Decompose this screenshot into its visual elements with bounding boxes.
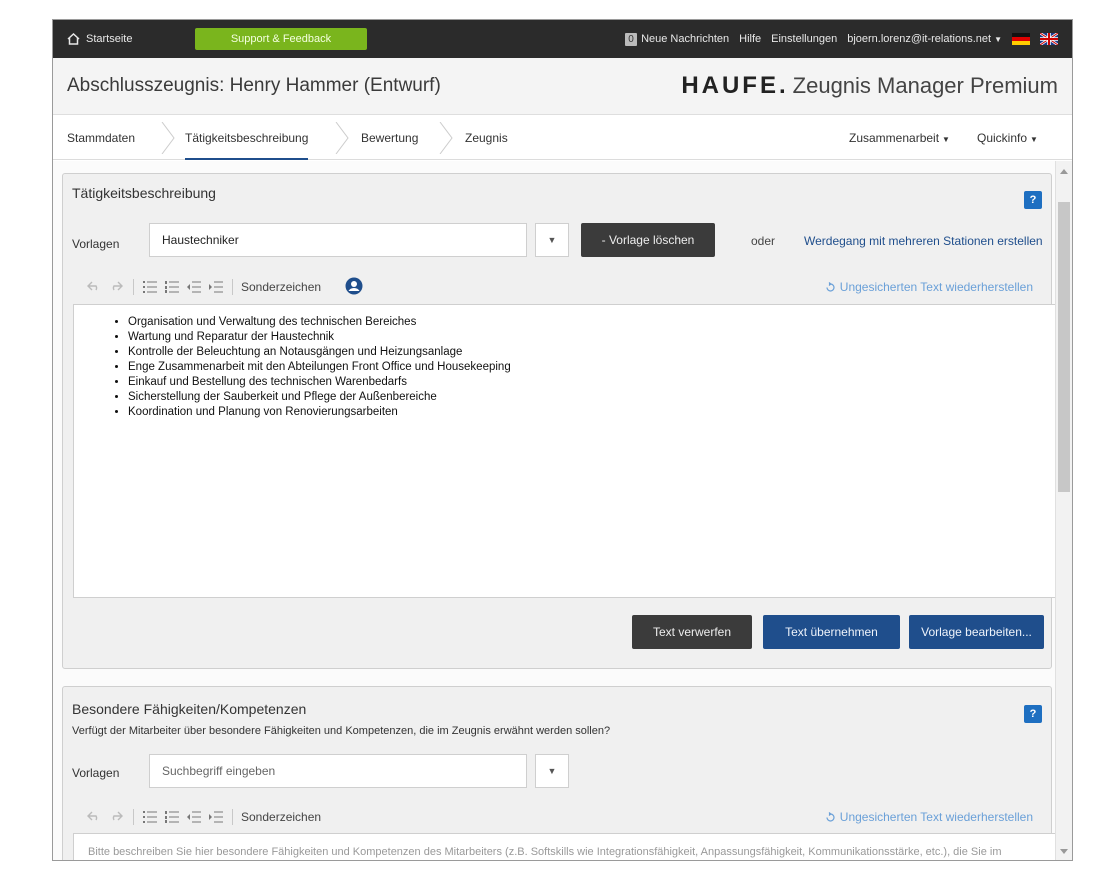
help-link[interactable]: Hilfe (739, 33, 761, 45)
special-characters-button[interactable]: Sonderzeichen (241, 810, 321, 824)
bullet-list-icon[interactable] (142, 810, 158, 824)
template-select[interactable]: Haustechniker (149, 223, 527, 257)
delete-template-button[interactable]: - Vorlage löschen (581, 223, 715, 257)
toolbar-divider (133, 809, 134, 825)
redo-icon[interactable] (109, 810, 125, 824)
scroll-up-icon[interactable] (1060, 169, 1068, 174)
section-taetigkeitsbeschreibung: Tätigkeitsbeschreibung ? Vorlagen Hauste… (62, 173, 1057, 669)
discard-text-button[interactable]: Text verwerfen (632, 615, 752, 649)
toolbar-divider (232, 809, 233, 825)
editor-toolbar: Sonderzeichen (87, 806, 321, 828)
oder-label: oder (751, 234, 776, 248)
help-button[interactable]: ? (1024, 705, 1042, 723)
accept-text-button[interactable]: Text übernehmen (763, 615, 900, 649)
app-window: Startseite Support & Feedback 0 Neue Nach… (52, 19, 1073, 861)
user-circle-icon[interactable] (345, 277, 363, 298)
undo-icon[interactable] (87, 810, 103, 824)
vorlagen-label: Vorlagen (72, 766, 120, 780)
section-subtitle: Verfügt der Mitarbeiter über besondere F… (72, 725, 611, 737)
home-label: Startseite (86, 33, 133, 45)
list-item: Einkauf und Bestellung des technischen W… (128, 375, 1057, 390)
chevron-right-icon (335, 122, 349, 154)
section-title: Tätigkeitsbeschreibung (72, 185, 216, 201)
scroll-thumb[interactable] (1058, 202, 1070, 492)
quickinfo-label: Quickinfo (977, 131, 1028, 145)
activity-list: Organisation und Verwaltung des technisc… (128, 315, 1057, 420)
flag-uk-icon[interactable] (1039, 31, 1059, 47)
list-item: Koordination und Planung von Renovierung… (128, 405, 1057, 420)
document-header: Abschlusszeugnis: Henry Hammer (Entwurf)… (53, 58, 1072, 115)
bullet-list-icon[interactable] (142, 280, 158, 294)
editor-placeholder: Bitte beschreiben Sie hier besondere Fäh… (88, 846, 1002, 858)
restore-label: Ungesicherten Text wiederherstellen (839, 280, 1033, 294)
chevron-down-icon[interactable]: ▼ (535, 223, 569, 257)
chevron-down-icon: ▼ (994, 35, 1002, 44)
list-item: Enge Zusammenarbeit mit den Abteilungen … (128, 360, 1057, 375)
restore-unsaved-text-link[interactable]: Ungesicherten Text wiederherstellen (825, 810, 1033, 824)
flag-de-icon[interactable] (1012, 33, 1030, 45)
chevron-right-icon (161, 122, 175, 154)
help-button[interactable]: ? (1024, 191, 1042, 209)
activity-editor[interactable]: Organisation und Verwaltung des technisc… (73, 304, 1057, 598)
new-messages-label: Neue Nachrichten (641, 32, 730, 45)
restore-icon (826, 281, 835, 292)
list-item: Kontrolle der Beleuchtung an Notausgänge… (128, 345, 1057, 360)
home-icon (67, 33, 80, 45)
list-item: Wartung und Reparatur der Haustechnik (128, 330, 1057, 345)
edit-template-button[interactable]: Vorlage bearbeiten... (909, 615, 1044, 649)
list-item: Organisation und Verwaltung des technisc… (128, 315, 1057, 330)
chevron-down-icon[interactable]: ▼ (535, 754, 569, 788)
user-email: bjoern.lorenz@it-relations.net (847, 33, 992, 45)
tab-taetigkeitsbeschreibung[interactable]: Tätigkeitsbeschreibung (185, 120, 309, 160)
chevron-down-icon: ▼ (942, 135, 950, 144)
home-link[interactable]: Startseite (67, 33, 195, 45)
numbered-list-icon[interactable] (164, 280, 180, 294)
tab-stammdaten[interactable]: Stammdaten (67, 116, 135, 160)
workflow-tabs: Stammdaten Tätigkeitsbeschreibung Bewert… (53, 116, 1072, 160)
brand-logo: HAUFE. Zeugnis Manager Premium (681, 72, 1058, 100)
brand-name: HAUFE. (681, 72, 789, 99)
chevron-down-icon: ▼ (1030, 135, 1038, 144)
collaboration-label: Zusammenarbeit (849, 131, 940, 145)
messages-count-badge: 0 (625, 32, 638, 46)
special-characters-button[interactable]: Sonderzeichen (241, 280, 321, 294)
chevron-right-icon (439, 122, 453, 154)
tab-bewertung[interactable]: Bewertung (361, 116, 418, 160)
restore-icon (826, 811, 835, 822)
outdent-icon[interactable] (186, 810, 202, 824)
template-search-input[interactable]: Suchbegriff eingeben (149, 754, 527, 788)
toolbar-divider (232, 279, 233, 295)
restore-unsaved-text-link[interactable]: Ungesicherten Text wiederherstellen (825, 280, 1033, 294)
support-feedback-button[interactable]: Support & Feedback (195, 28, 367, 50)
redo-icon[interactable] (109, 280, 125, 294)
restore-label: Ungesicherten Text wiederherstellen (839, 810, 1033, 824)
vorlagen-label: Vorlagen (72, 237, 120, 251)
indent-icon[interactable] (208, 280, 224, 294)
page-title: Abschlusszeugnis: Henry Hammer (Entwurf) (67, 75, 441, 96)
tab-zeugnis[interactable]: Zeugnis (465, 116, 508, 160)
skills-editor[interactable]: Bitte beschreiben Sie hier besondere Fäh… (73, 833, 1057, 860)
section-title: Besondere Fähigkeiten/Kompetenzen (72, 701, 307, 717)
scroll-down-icon[interactable] (1060, 849, 1068, 854)
section-besondere-faehigkeiten: Besondere Fähigkeiten/Kompetenzen ? Verf… (62, 686, 1057, 860)
editor-toolbar: Sonderzeichen (87, 276, 363, 298)
quickinfo-menu[interactable]: Quickinfo ▼ (977, 116, 1038, 160)
career-stations-link[interactable]: Werdegang mit mehreren Stationen erstell… (804, 234, 1043, 248)
indent-icon[interactable] (208, 810, 224, 824)
undo-icon[interactable] (87, 280, 103, 294)
list-item: Sicherstellung der Sauberkeit und Pflege… (128, 390, 1057, 405)
numbered-list-icon[interactable] (164, 810, 180, 824)
new-messages-link[interactable]: 0 Neue Nachrichten (625, 32, 730, 46)
settings-link[interactable]: Einstellungen (771, 33, 837, 45)
top-navigation-bar: Startseite Support & Feedback 0 Neue Nach… (53, 20, 1072, 58)
toolbar-divider (133, 279, 134, 295)
collaboration-menu[interactable]: Zusammenarbeit ▼ (849, 116, 950, 160)
outdent-icon[interactable] (186, 280, 202, 294)
vertical-scrollbar[interactable] (1055, 161, 1072, 860)
product-name: Zeugnis Manager Premium (792, 73, 1058, 98)
user-menu[interactable]: bjoern.lorenz@it-relations.net ▼ (847, 33, 1002, 45)
main-content: Tätigkeitsbeschreibung ? Vorlagen Hauste… (53, 161, 1057, 860)
